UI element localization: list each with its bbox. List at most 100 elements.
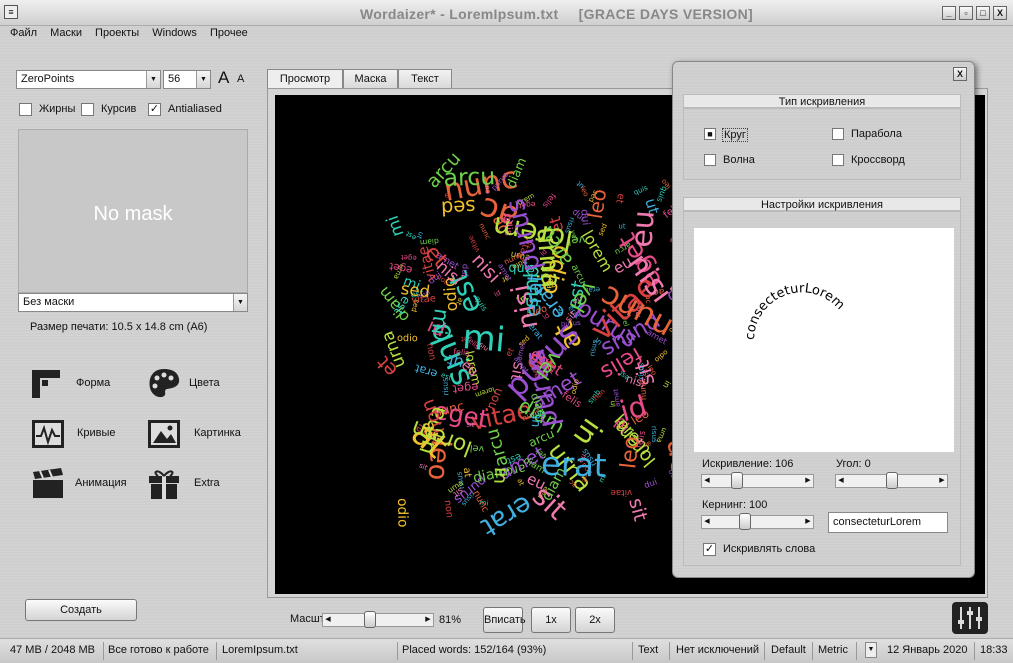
mask-select-value: Без маски xyxy=(23,296,75,308)
zoom-slider[interactable]: ◀ ▶ xyxy=(322,613,434,627)
zoom-value: 81% xyxy=(439,614,462,626)
status-mode: Text xyxy=(638,644,659,656)
radio-circle[interactable]: ■ xyxy=(704,128,716,140)
status-metric: Metric xyxy=(818,644,848,656)
cloud-word: non xyxy=(424,343,437,362)
restore-button[interactable]: ▫ xyxy=(959,6,973,20)
cloud-word: mi xyxy=(461,317,507,361)
cloud-word: urna xyxy=(530,226,566,290)
cloud-word: erat xyxy=(541,445,608,485)
warp-amount-thumb[interactable] xyxy=(731,472,744,489)
slider-right-arrow-icon[interactable]: ▶ xyxy=(803,516,813,528)
maximize-button[interactable]: □ xyxy=(976,6,990,20)
cloud-word: arcu xyxy=(483,426,513,469)
create-button[interactable]: Создать xyxy=(25,599,137,621)
status-placed-words: Placed words: 152/164 (93%) xyxy=(402,644,547,656)
ruler-shape-icon[interactable] xyxy=(28,366,64,402)
menu-file[interactable]: Файл xyxy=(10,26,37,39)
antialiased-checkbox[interactable]: ✓ xyxy=(148,103,161,116)
cloud-word: sed xyxy=(440,195,476,220)
tool-shape-label[interactable]: Форма xyxy=(76,377,110,389)
font-name-select[interactable]: ZeroPoints ▼ xyxy=(16,70,161,89)
menu-windows[interactable]: Windows xyxy=(152,26,197,39)
cloud-word: dui xyxy=(643,477,659,491)
radio-circle-label[interactable]: Круг xyxy=(722,128,748,142)
zoom-slider-thumb[interactable] xyxy=(364,611,376,628)
palette-icon[interactable] xyxy=(146,366,182,402)
minimize-button[interactable]: _ xyxy=(942,6,956,20)
radio-parabola[interactable] xyxy=(832,128,844,140)
slider-right-arrow-icon[interactable]: ▶ xyxy=(423,614,433,626)
kerning-slider[interactable]: ◀ ▶ xyxy=(701,515,814,529)
chevron-down-icon[interactable]: ▼ xyxy=(865,642,877,658)
angle-label: Угол: 0 xyxy=(836,458,871,470)
tab-preview[interactable]: Просмотр xyxy=(267,69,343,90)
radio-wave-label[interactable]: Волна xyxy=(723,154,755,166)
clapperboard-icon[interactable] xyxy=(30,466,66,502)
mask-select[interactable]: Без маски ▼ xyxy=(18,293,248,312)
picture-icon[interactable] xyxy=(146,416,182,452)
cloud-word: id xyxy=(493,289,502,299)
italic-checkbox[interactable] xyxy=(81,103,94,116)
cloud-word: eget xyxy=(400,253,417,263)
tab-mask[interactable]: Маска xyxy=(343,69,398,89)
radio-crossword[interactable] xyxy=(832,154,844,166)
cloud-word: risus xyxy=(637,362,646,379)
cloud-word: leo xyxy=(616,435,644,470)
slider-left-arrow-icon[interactable]: ◀ xyxy=(702,516,712,528)
cloud-word: risus xyxy=(650,426,660,444)
tool-animation-label[interactable]: Анимация xyxy=(75,477,127,489)
cloud-word: in xyxy=(489,466,511,484)
font-size-select[interactable]: 56 ▼ xyxy=(163,70,211,89)
radio-parabola-label[interactable]: Парабола xyxy=(851,128,902,140)
window-title: Wordaizer* - LoremIpsum.txt [GRACE DAYS … xyxy=(0,6,1013,22)
tool-curves-label[interactable]: Кривые xyxy=(77,427,116,439)
cloud-word: sed xyxy=(596,222,609,237)
tool-extra-label[interactable]: Extra xyxy=(194,477,220,489)
kerning-thumb[interactable] xyxy=(739,513,752,530)
warp-amount-slider[interactable]: ◀ ▶ xyxy=(701,474,814,488)
warp-dialog: X Тип искривления ■ Круг Парабола Волна … xyxy=(672,61,975,578)
warp-type-group xyxy=(683,108,961,180)
cloud-word: quis xyxy=(633,184,650,197)
font-shrink-button[interactable]: A xyxy=(237,73,244,85)
warp-words-checkbox[interactable]: ✓ xyxy=(703,543,716,556)
menu-other[interactable]: Прочее xyxy=(210,26,248,39)
slider-right-arrow-icon[interactable]: ▶ xyxy=(803,475,813,487)
radio-wave[interactable] xyxy=(704,154,716,166)
chevron-down-icon[interactable]: ▼ xyxy=(196,71,210,88)
font-grow-button[interactable]: A xyxy=(218,68,229,88)
fit-button[interactable]: Вписать xyxy=(483,607,526,633)
cloud-word: vitae xyxy=(467,234,482,253)
menu-masks[interactable]: Маски xyxy=(50,26,82,39)
cloud-word: vitae xyxy=(610,487,632,497)
menu-bar: Файл Маски Проекты Windows Прочее xyxy=(0,26,1013,44)
antialiased-label: Antialiased xyxy=(168,103,222,115)
radio-crossword-label[interactable]: Кроссворд xyxy=(851,154,905,166)
warp-preview-word: consecteturLorem xyxy=(743,281,848,340)
chevron-down-icon[interactable]: ▼ xyxy=(146,71,160,88)
mask-preview[interactable]: No mask xyxy=(18,129,248,293)
menu-projects[interactable]: Проекты xyxy=(95,26,139,39)
dialog-close-button[interactable]: X xyxy=(953,67,967,81)
zoom-1x-button[interactable]: 1x xyxy=(531,607,571,633)
cloud-word: diam xyxy=(503,155,529,190)
italic-label: Курсив xyxy=(101,103,137,115)
slider-left-arrow-icon[interactable]: ◀ xyxy=(836,475,846,487)
slider-left-arrow-icon[interactable]: ◀ xyxy=(702,475,712,487)
curves-icon[interactable] xyxy=(30,416,66,452)
angle-thumb[interactable] xyxy=(885,472,898,489)
chevron-down-icon[interactable]: ▼ xyxy=(233,294,247,311)
warp-text-field[interactable]: consecteturLorem xyxy=(828,512,948,533)
tool-picture-label[interactable]: Картинка xyxy=(194,427,241,439)
status-time: 18:33 xyxy=(980,644,1008,656)
gift-icon[interactable] xyxy=(146,466,182,502)
settings-sliders-icon[interactable] xyxy=(952,602,988,634)
tool-colors-label[interactable]: Цвета xyxy=(189,377,220,389)
tab-text[interactable]: Текст xyxy=(398,69,452,89)
bold-checkbox[interactable] xyxy=(19,103,32,116)
slider-right-arrow-icon[interactable]: ▶ xyxy=(937,475,947,487)
close-button[interactable]: X xyxy=(993,6,1007,20)
slider-left-arrow-icon[interactable]: ◀ xyxy=(323,614,333,626)
zoom-2x-button[interactable]: 2x xyxy=(575,607,615,633)
